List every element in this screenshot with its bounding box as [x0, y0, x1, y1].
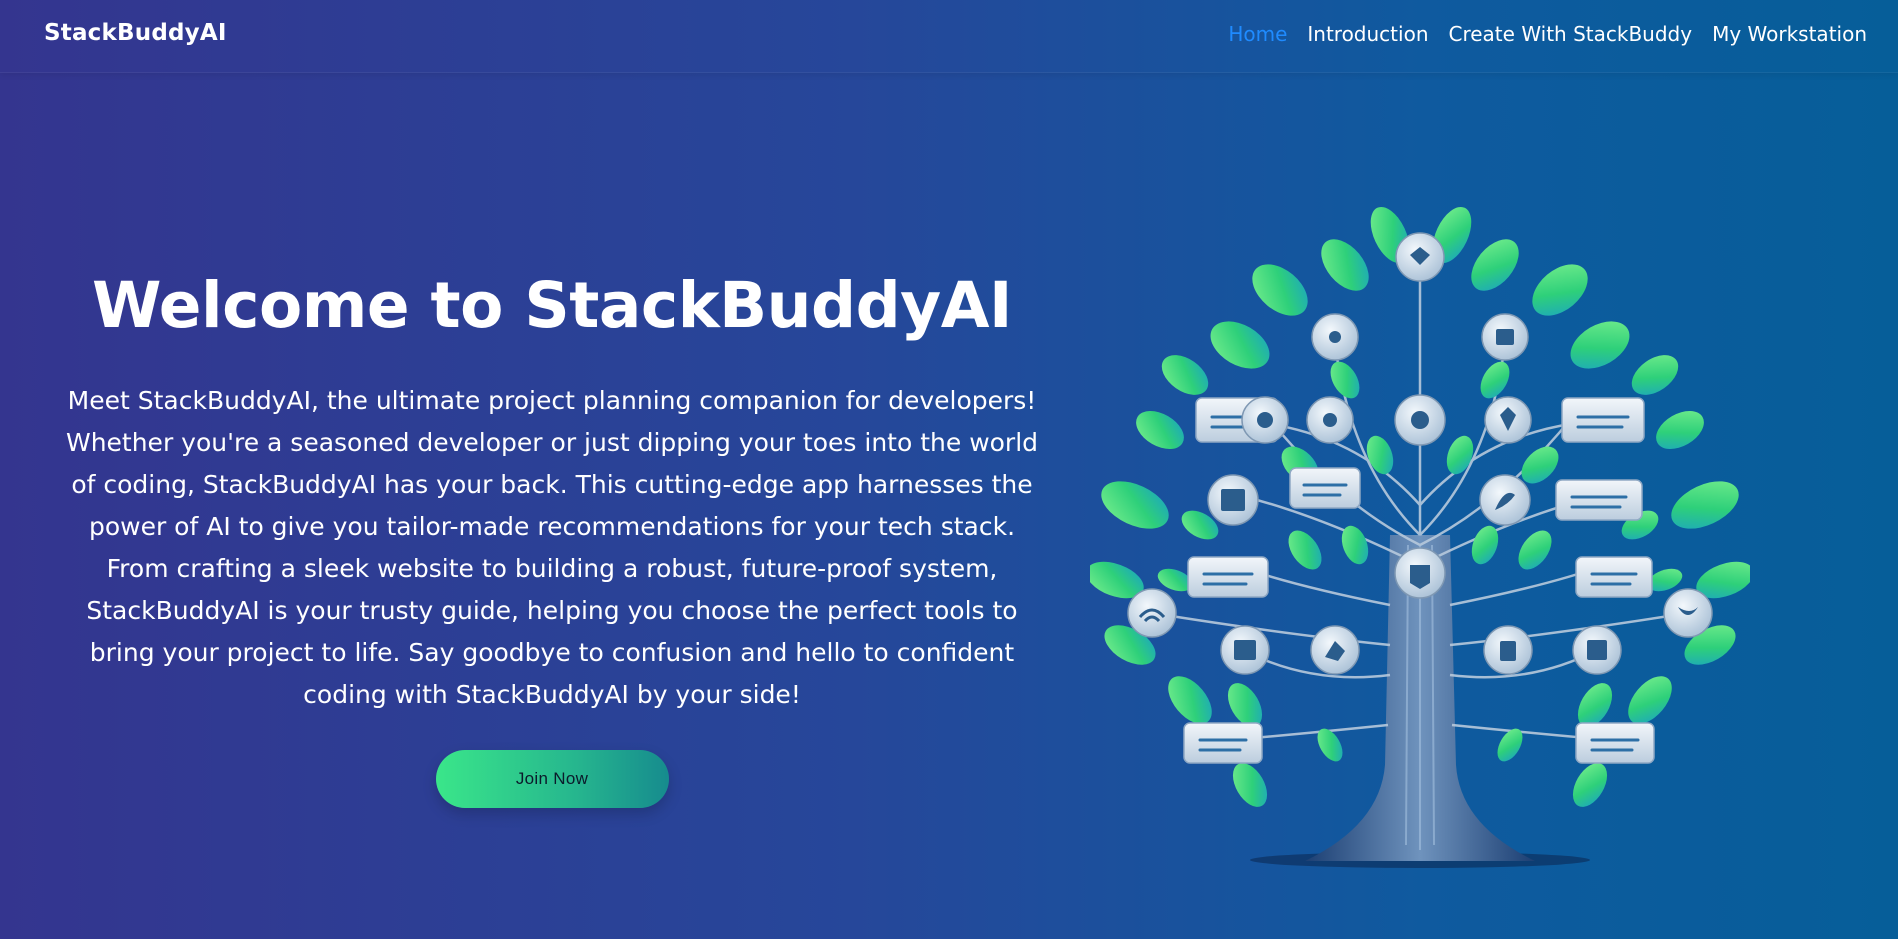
brand-logo[interactable]: StackBuddyAI: [44, 20, 227, 46]
join-now-button[interactable]: Join Now: [435, 750, 669, 809]
tech-tree-illustration: [1090, 205, 1750, 875]
navbar: StackBuddyAI Home Introduction Create Wi…: [0, 0, 1898, 73]
nav-create-link[interactable]: Create With StackBuddy: [1449, 22, 1693, 46]
hero-section: Welcome to StackBuddyAI Meet StackBuddyA…: [60, 269, 1044, 809]
nav-home-link[interactable]: Home: [1228, 22, 1287, 46]
hero-title: Welcome to StackBuddyAI: [92, 269, 1012, 342]
hero-description: Meet StackBuddyAI, the ultimate project …: [65, 386, 1039, 710]
nav-workstation-link[interactable]: My Workstation: [1712, 22, 1867, 46]
main-nav: Home Introduction Create With StackBuddy…: [1228, 22, 1867, 46]
nav-introduction-link[interactable]: Introduction: [1307, 22, 1428, 46]
